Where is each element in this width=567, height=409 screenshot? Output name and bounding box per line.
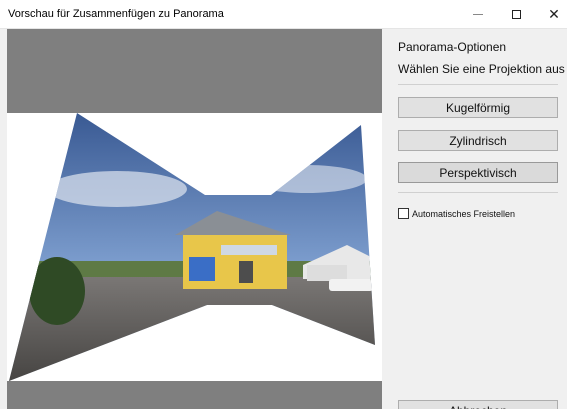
divider [398,192,558,193]
auto-crop-label: Automatisches Freistellen [412,208,516,219]
window-title: Vorschau für Zusammenfügen zu Panorama [8,8,224,20]
options-panel: Panorama-Optionen Wählen Sie eine Projek… [382,29,567,409]
panorama-preview [7,29,382,409]
preview-top-band [7,29,382,113]
close-button[interactable]: ✕ [534,0,567,28]
minimize-button[interactable] [458,0,498,28]
preview-bottom-band [7,381,382,409]
perspective-button[interactable]: Perspektivisch [398,162,558,183]
auto-crop-checkbox[interactable] [398,208,409,219]
spherical-button[interactable]: Kugelförmig [398,97,558,118]
divider [398,84,558,85]
maximize-icon [511,9,521,19]
cylindrical-button[interactable]: Zylindrisch [398,130,558,151]
title-bar[interactable]: Vorschau für Zusammenfügen zu Panorama ✕ [0,0,567,29]
minimize-icon [473,13,483,15]
maximize-button[interactable] [496,0,536,28]
panorama-image [7,29,382,409]
options-heading: Panorama-Optionen [398,40,507,54]
cancel-button[interactable]: Abbrechen [398,400,558,409]
auto-crop-option[interactable]: Automatisches Freistellen [398,208,515,219]
panorama-preview-window: Vorschau für Zusammenfügen zu Panorama ✕ [0,0,567,409]
projection-prompt: Wählen Sie eine Projektion aus [398,62,565,76]
close-icon: ✕ [548,6,560,22]
warped-panorama [9,113,375,381]
